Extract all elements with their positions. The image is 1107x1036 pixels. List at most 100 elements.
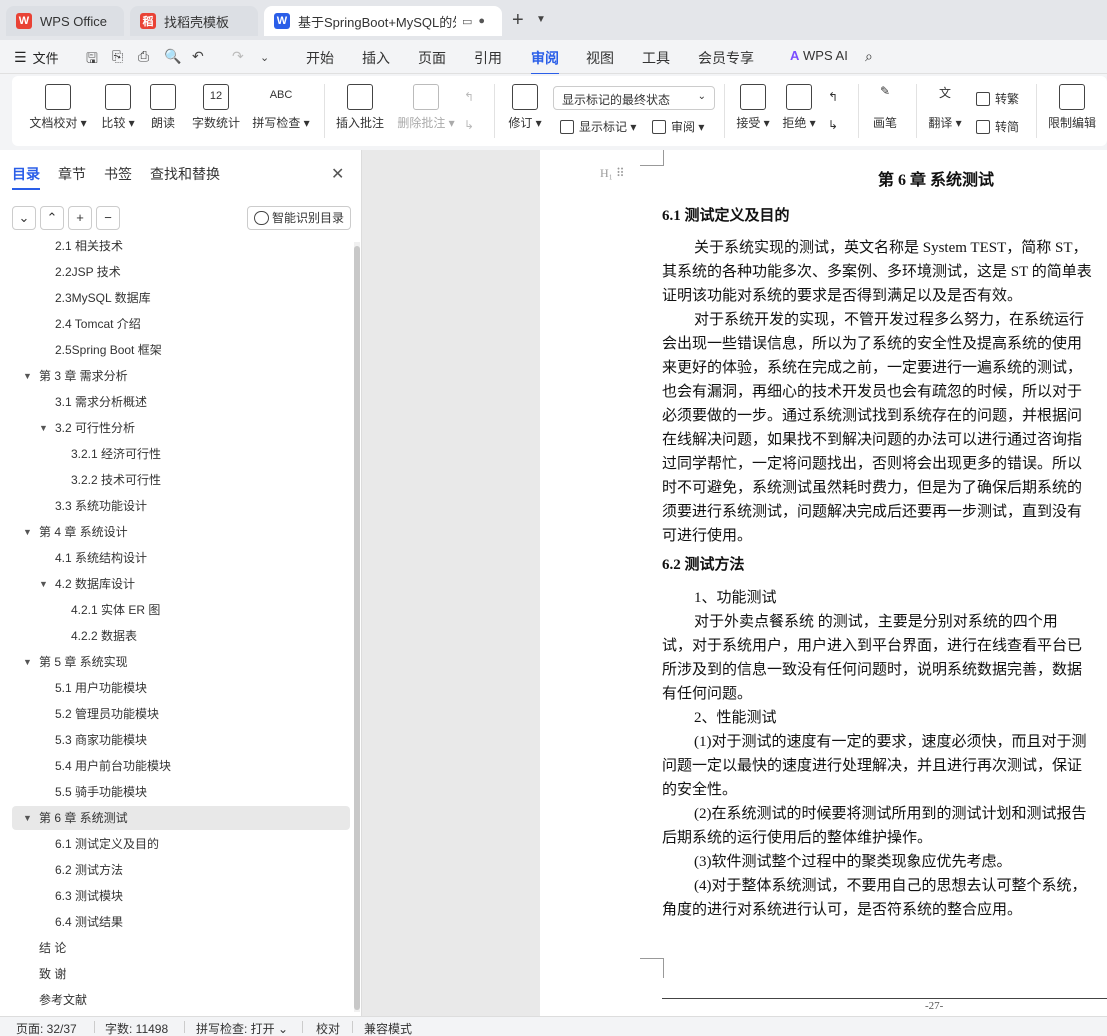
menu-tools[interactable]: 工具 [642,48,670,68]
expand-arrow-icon[interactable]: ▼ [23,650,32,674]
close-icon[interactable]: ✕ [331,164,344,184]
toc-item[interactable]: ▼ 第 4 章 系统设计 [12,520,350,544]
toc-item[interactable]: 致 谢 [12,962,350,986]
menu-view[interactable]: 视图 [586,48,614,68]
chevron-down-icon[interactable]: ⌄ [260,51,269,64]
toc-item[interactable]: ▼ 第 3 章 需求分析 [12,364,350,388]
unsaved-dot-icon[interactable]: ● [478,15,485,27]
save-icon[interactable]: 🖫 [86,48,98,72]
menu-insert[interactable]: 插入 [362,48,390,68]
redo-icon[interactable]: ↷ [232,48,244,65]
toc-scrollbar-thumb[interactable] [354,246,360,1010]
toc-item[interactable]: ▼ 4.2 数据库设计 [12,572,350,596]
tab-chapter[interactable]: 章节 [58,164,86,184]
expand-arrow-icon[interactable]: ▼ [39,572,48,596]
expand-up-button[interactable]: ⌃ [40,206,64,230]
review-pane-button[interactable]: 审阅 ▾ [652,118,704,135]
tab-toc[interactable]: 目录 [12,164,40,190]
toc-item[interactable]: 5.4 用户前台功能模块 [12,754,350,778]
read-aloud-button[interactable]: 朗读 [148,84,178,131]
toc-item[interactable]: 6.2 测试方法 [12,858,350,882]
file-menu[interactable]: ☰ 文件 [14,48,59,67]
new-tab-button[interactable]: + [512,9,524,32]
heading-level-mark[interactable]: H₁ ⠿ [600,166,625,181]
expand-arrow-icon[interactable]: ▼ [39,416,48,440]
chevron-down-icon[interactable]: ▼ [536,14,546,25]
to-simplified-button[interactable]: 转简 [976,118,1019,135]
show-markup-button[interactable]: 显示标记 ▾ [560,118,636,135]
toc-item[interactable]: 2.2JSP 技术 [12,260,350,284]
word-count-button[interactable]: 12 字数统计 [190,84,242,131]
toc-item[interactable]: ▼ 第 5 章 系统实现 [12,650,350,674]
word-count-indicator[interactable]: 字数: 11498 [105,1020,168,1036]
collapse-all-button[interactable]: ⌄ [12,206,36,230]
expand-arrow-icon[interactable]: ▼ [23,520,32,544]
menu-member[interactable]: 会员专享 [698,48,754,68]
proof-status[interactable]: 校对 [316,1020,340,1036]
toc-item[interactable]: 2.1 相关技术 [12,240,350,258]
insert-comment-button[interactable]: 插入批注 [334,84,386,131]
toc-item[interactable]: 3.2.1 经济可行性 [12,442,350,466]
tab-bookmark[interactable]: 书签 [104,164,132,184]
print-preview-icon[interactable]: 🔍 [164,48,181,65]
compare-button[interactable]: 比较 ▾ [96,84,140,131]
toc-item[interactable]: 4.2.1 实体 ER 图 [12,598,350,622]
remove-heading-button[interactable]: − [96,206,120,230]
spell-check-button[interactable]: ABC 拼写检查 ▾ [250,84,312,131]
menu-page[interactable]: 页面 [418,48,446,68]
menu-reference[interactable]: 引用 [474,48,502,68]
toc-item[interactable]: 3.3 系统功能设计 [12,494,350,518]
add-heading-button[interactable]: + [68,206,92,230]
next-comment-icon[interactable]: ↳ [464,118,474,132]
tab-document[interactable]: W 基于SpringBoot+MySQL的外 ▭ ● [264,6,502,36]
search-icon[interactable]: ⌕ [865,48,873,65]
toc-item[interactable]: 6.3 测试模块 [12,884,350,908]
prev-comment-icon[interactable]: ↰ [464,90,474,104]
toc-item[interactable]: 5.2 管理员功能模块 [12,702,350,726]
toc-item[interactable]: 6.4 测试结果 [12,910,350,934]
undo-icon[interactable]: ↶ [192,48,204,65]
tab-docer-templates[interactable]: 稻 找稻壳模板 [130,6,258,36]
toc-item[interactable]: 5.1 用户功能模块 [12,676,350,700]
menu-review[interactable]: 审阅 [531,48,559,75]
spell-check-status[interactable]: 拼写检查: 打开 ⌄ [196,1020,288,1036]
wps-ai-button[interactable]: A WPS AI [790,48,848,63]
toc-item[interactable]: 结 论 [12,936,350,960]
accept-button[interactable]: 接受 ▾ [734,84,772,131]
prev-change-icon[interactable]: ↰ [828,90,838,104]
toc-item[interactable]: 4.2.2 数据表 [12,624,350,648]
revise-button[interactable]: 修订 ▾ [506,84,544,131]
toc-item[interactable]: 3.2.2 技术可行性 [12,468,350,492]
translate-button[interactable]: 文 翻译 ▾ [926,84,964,131]
toc-item[interactable]: 2.4 Tomcat 介绍 [12,312,350,336]
expand-arrow-icon[interactable]: ▼ [23,364,32,388]
delete-comment-button[interactable]: 删除批注 ▾ [395,84,457,131]
smart-toc-button[interactable]: 智能识别目录 [247,206,351,230]
toc-item[interactable]: 参考文献 [12,988,350,1012]
display-state-select[interactable]: 显示标记的最终状态 ⌄ [553,86,715,110]
reject-button[interactable]: 拒绝 ▾ [780,84,818,131]
tab-find-replace[interactable]: 查找和替换 [150,164,220,184]
toc-item[interactable]: ▼ 3.2 可行性分析 [12,416,350,440]
restrict-edit-button[interactable]: 限制编辑 [1046,84,1098,131]
print-icon[interactable]: ⎙ [138,48,149,65]
toc-item[interactable]: 5.5 骑手功能模块 [12,780,350,804]
pen-button[interactable]: ✎ 画笔 [870,84,900,131]
toc-item[interactable]: 2.5Spring Boot 框架 [12,338,350,362]
toc-item[interactable]: ▼ 第 6 章 系统测试 [12,806,350,830]
document-page[interactable]: H₁ ⠿ 第 6 章 系统测试 6.1 测试定义及目的 关于系统实现的测试，英文… [540,150,1107,1016]
page-indicator[interactable]: 页面: 32/37 [16,1020,77,1036]
menu-home[interactable]: 开始 [306,48,334,68]
export-icon[interactable]: ⎘ [112,48,123,65]
toc-item[interactable]: 5.3 商家功能模块 [12,728,350,752]
next-change-icon[interactable]: ↳ [828,118,838,132]
toc-item[interactable]: 2.3MySQL 数据库 [12,286,350,310]
to-traditional-button[interactable]: 转繁 [976,90,1019,107]
doc-proof-button[interactable]: 文档校对 ▾ [28,84,88,131]
window-mode-icon[interactable]: ▭ [462,15,472,28]
expand-arrow-icon[interactable]: ▼ [23,806,32,830]
tab-wps-office[interactable]: W WPS Office [6,6,124,36]
toc-item[interactable]: 4.1 系统结构设计 [12,546,350,570]
toc-item[interactable]: 3.1 需求分析概述 [12,390,350,414]
toc-item[interactable]: 6.1 测试定义及目的 [12,832,350,856]
